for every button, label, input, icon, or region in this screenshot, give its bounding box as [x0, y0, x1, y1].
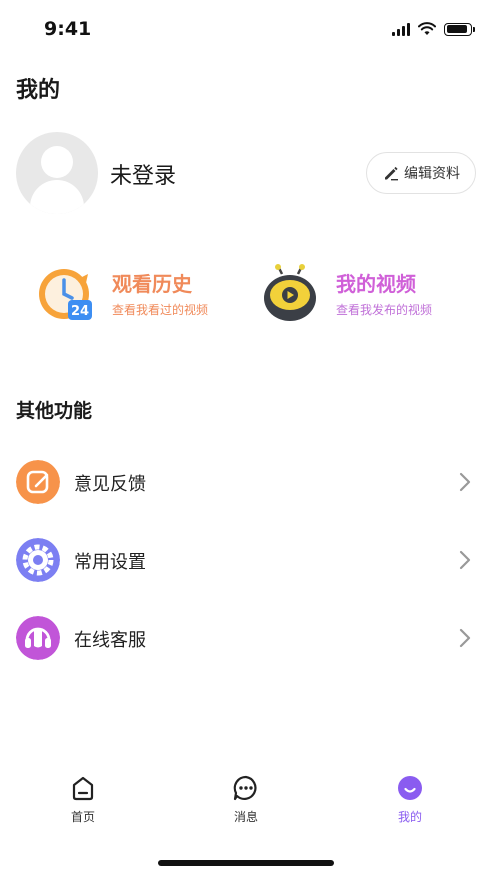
- message-icon: [233, 775, 257, 801]
- tv-video-icon: [264, 264, 316, 321]
- feedback-edit-icon: [16, 460, 60, 504]
- battery-icon: [444, 22, 475, 36]
- section-title: 其他功能: [16, 400, 93, 422]
- cellular-signal-icon: [392, 22, 410, 36]
- settings-gear-icon: [16, 538, 60, 582]
- tab-home[interactable]: 首页: [33, 770, 133, 830]
- watch-history-subtitle: 查看我看过的视频: [112, 303, 209, 317]
- menu-label-customer-service: 在线客服: [74, 630, 146, 651]
- tab-messages-label: 消息: [233, 810, 258, 824]
- headset-service-icon: [16, 616, 60, 660]
- tab-profile-label: 我的: [397, 810, 422, 824]
- menu-item-customer-service[interactable]: 在线客服: [16, 616, 476, 664]
- wifi-icon: [418, 22, 436, 35]
- username[interactable]: 未登录: [110, 158, 176, 190]
- menu-item-feedback[interactable]: 意见反馈: [16, 460, 476, 508]
- tab-messages[interactable]: 消息: [196, 770, 296, 830]
- edit-profile-label: 编辑资料: [404, 166, 460, 182]
- profile-icon: [398, 776, 422, 800]
- pencil-icon: [385, 166, 398, 181]
- menu-label-settings: 常用设置: [74, 552, 146, 573]
- chevron-right-icon: [459, 628, 471, 648]
- status-bar: 9:41: [0, 0, 492, 56]
- home-icon: [72, 776, 94, 801]
- watch-history-title: 观看历史: [112, 272, 192, 296]
- clock-history-icon: 24: [39, 269, 92, 320]
- status-icons: [392, 22, 475, 36]
- my-videos-entry[interactable]: 我的视频 查看我发布的视频: [260, 262, 480, 326]
- status-time: 9:41: [44, 18, 92, 40]
- tab-home-label: 首页: [70, 810, 95, 824]
- home-indicator[interactable]: [158, 860, 334, 866]
- battery-level: [446, 25, 468, 33]
- menu-item-settings[interactable]: 常用设置: [16, 538, 476, 586]
- page-title: 我的: [16, 78, 61, 103]
- profile-card: 未登录 编辑资料: [16, 132, 476, 214]
- tab-bar: 首页 消息 我的: [0, 770, 492, 840]
- my-videos-subtitle: 查看我发布的视频: [336, 303, 433, 317]
- avatar[interactable]: [16, 132, 98, 214]
- edit-profile-button[interactable]: 编辑资料: [366, 152, 476, 194]
- menu-label-feedback: 意见反馈: [74, 474, 146, 495]
- my-videos-title: 我的视频: [336, 272, 416, 296]
- chevron-right-icon: [459, 472, 471, 492]
- watch-history-entry[interactable]: 24 观看历史 查看我看过的视频: [36, 262, 256, 326]
- chevron-right-icon: [459, 550, 471, 570]
- calendar-badge: 24: [71, 304, 89, 319]
- tab-profile[interactable]: 我的: [360, 770, 460, 830]
